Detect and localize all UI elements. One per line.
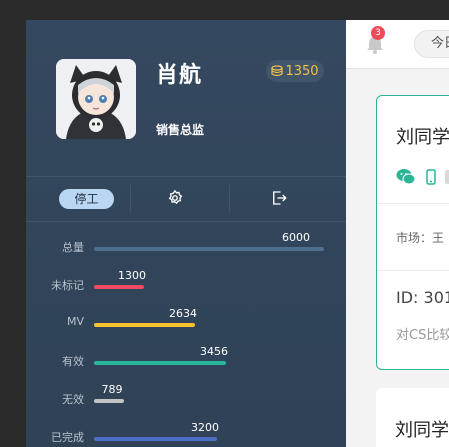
user-name: 肖航 <box>156 63 203 88</box>
stat-value: 3456 <box>200 345 228 358</box>
market-text: 市场：王 <box>396 231 445 245</box>
gear-icon[interactable] <box>166 189 184 211</box>
stat-label: MV <box>66 315 84 328</box>
stat-label: 有效 <box>62 355 84 368</box>
stat-label: 已完成 <box>51 431 84 444</box>
status-icon <box>445 170 449 184</box>
coins-icon <box>271 65 284 77</box>
divider <box>377 203 449 204</box>
avatar[interactable] <box>56 59 136 139</box>
stat-value: 789 <box>101 383 123 396</box>
phone-icon <box>426 169 436 189</box>
notification-badge: 3 <box>371 26 385 40</box>
avatar-image <box>56 59 136 139</box>
logout-icon[interactable] <box>270 189 288 211</box>
customer-card[interactable]: 刘同学 市场：王 ID: 301 对CS比较 <box>376 95 449 370</box>
tab-today[interactable]: 今日 <box>414 30 449 58</box>
stat-bar <box>94 361 226 365</box>
top-bar: 3 今日 <box>346 20 449 69</box>
sidebar: 肖航 销售总监 1350 停工 总量 6000 未标记 1300 MV 2634… <box>26 20 346 447</box>
stat-bar <box>94 437 217 441</box>
stat-bar <box>94 323 195 327</box>
customer-card[interactable]: 刘同学 <box>376 388 449 447</box>
stat-bar <box>94 399 124 403</box>
customer-id: ID: 301 <box>396 288 449 307</box>
customer-note: 对CS比较 <box>396 328 449 343</box>
main-panel: 3 今日 刘同学 市场：王 ID: 301 对CS比较 刘同学 <box>346 20 449 447</box>
stat-label: 总量 <box>62 241 84 254</box>
stat-value: 6000 <box>282 231 310 244</box>
stat-label: 无效 <box>62 393 84 406</box>
user-role: 销售总监 <box>156 123 205 137</box>
stop-work-button[interactable]: 停工 <box>59 189 114 209</box>
divider <box>229 185 230 213</box>
card-title: 刘同学 <box>395 420 449 441</box>
coin-badge: 1350 <box>266 60 324 82</box>
stat-value: 3200 <box>191 421 219 434</box>
divider <box>377 270 449 271</box>
card-title: 刘同学 <box>396 127 449 148</box>
coins-value: 1350 <box>285 63 319 79</box>
wechat-icon <box>396 168 416 190</box>
stat-value: 2634 <box>169 307 197 320</box>
stat-bar <box>94 285 144 289</box>
stat-label: 未标记 <box>51 279 84 292</box>
action-row: 停工 <box>26 176 346 222</box>
stat-bar <box>94 247 324 251</box>
divider <box>130 185 131 213</box>
stat-value: 1300 <box>118 269 146 282</box>
